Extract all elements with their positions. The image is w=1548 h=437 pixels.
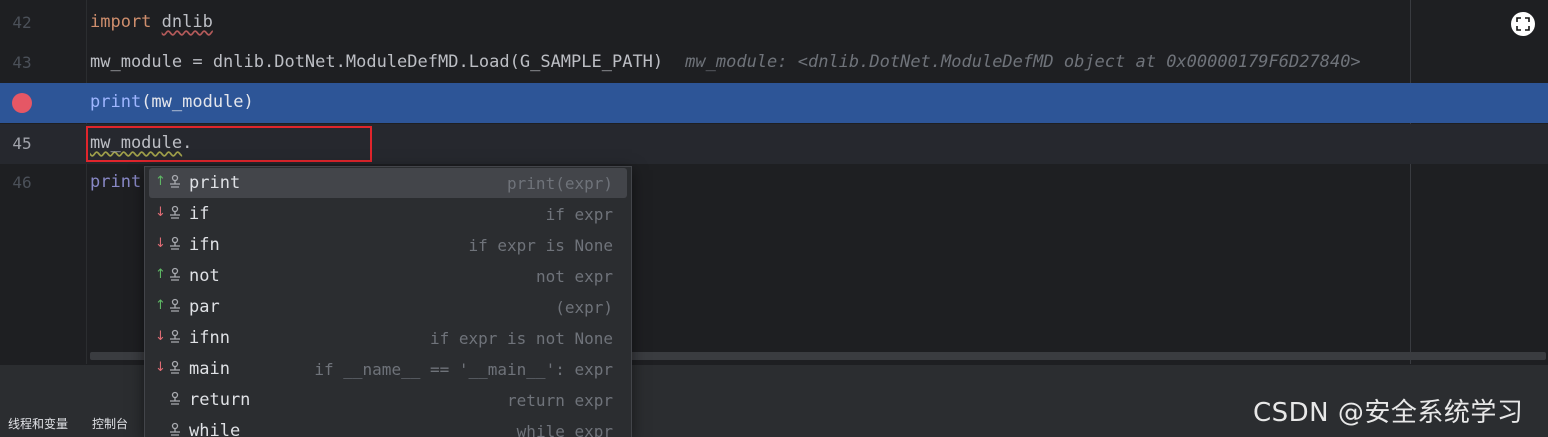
postfix-template-icon: [170, 267, 180, 281]
completion-item-not[interactable]: ↑ not not expr: [149, 261, 627, 291]
debug-inline-value: mw_module: <dnlib.DotNet.ModuleDefMD obj…: [685, 52, 1361, 72]
postfix-template-icon: [170, 298, 180, 312]
item-name: if: [189, 204, 210, 224]
postfix-template-icon: [170, 236, 180, 250]
item-description: if __name__ == '__main__': expr: [314, 360, 613, 379]
code-text: print: [90, 172, 141, 192]
code-line-44[interactable]: print(mw_module): [0, 83, 1548, 123]
arrow-down-icon: ↓: [155, 236, 166, 251]
postfix-template-icon: [170, 174, 180, 188]
line-number: 43: [12, 53, 32, 72]
line-number: 46: [12, 173, 32, 192]
module-name: dnlib: [161, 12, 213, 32]
completion-item-return[interactable]: return return expr: [149, 385, 627, 415]
postfix-template-icon: [170, 360, 180, 374]
completion-item-print[interactable]: ↑ print print(expr): [149, 168, 627, 198]
code-text: import dnlib: [90, 12, 213, 32]
item-description: while expr: [516, 422, 613, 437]
item-name: ifn: [189, 235, 220, 255]
code-line-42[interactable]: 42 import dnlib: [0, 3, 1548, 43]
item-name: main: [189, 359, 230, 379]
code-text: mw_module = dnlib.DotNet.ModuleDefMD.Loa…: [90, 52, 1361, 72]
arrow-down-icon: ↓: [155, 205, 166, 220]
item-description: print(expr): [507, 174, 613, 193]
line-number: 42: [12, 13, 32, 32]
expand-icon[interactable]: [1511, 12, 1535, 36]
postfix-template-icon: [170, 205, 180, 219]
completion-item-while[interactable]: while while expr: [149, 416, 627, 437]
postfix-template-icon: [170, 329, 180, 343]
completion-item-ifnn[interactable]: ↓ ifnn if expr is not None: [149, 323, 627, 353]
tab-console[interactable]: 控制台: [92, 415, 128, 432]
code-text: print(mw_module): [90, 92, 254, 112]
completion-popup[interactable]: ↑ print print(expr) ↓ if if expr ↓ ifn i…: [144, 166, 632, 437]
completion-item-main[interactable]: ↓ main if __name__ == '__main__': expr: [149, 354, 627, 384]
item-description: return expr: [507, 391, 613, 410]
completion-item-par[interactable]: ↑ par (expr): [149, 292, 627, 322]
breakpoint-icon[interactable]: [12, 93, 32, 113]
arrow-up-icon: ↑: [155, 267, 166, 282]
item-name: not: [189, 266, 220, 286]
completion-item-if[interactable]: ↓ if if expr: [149, 199, 627, 229]
arrow-up-icon: ↑: [155, 174, 166, 189]
item-name: return: [189, 390, 251, 410]
item-description: (expr): [555, 298, 613, 317]
code-line-43[interactable]: 43 mw_module = dnlib.DotNet.ModuleDefMD.…: [0, 43, 1548, 83]
completion-item-ifn[interactable]: ↓ ifn if expr is None: [149, 230, 627, 260]
watermark: CSDN @安全系统学习: [1253, 398, 1524, 428]
item-name: print: [189, 173, 241, 193]
item-description: not expr: [535, 267, 613, 286]
statement: mw_module = dnlib.DotNet.ModuleDefMD.Loa…: [90, 52, 664, 72]
postfix-template-icon: [170, 391, 180, 405]
item-name: ifnn: [189, 328, 230, 348]
builtin-print: print: [90, 92, 142, 112]
line-number: 45: [12, 134, 32, 153]
tab-threads-variables[interactable]: 线程和变量: [8, 415, 68, 432]
postfix-template-icon: [170, 422, 180, 436]
item-description: if expr is not None: [429, 329, 613, 348]
item-name: par: [189, 297, 220, 317]
item-description: if expr: [545, 205, 613, 224]
builtin-print: print: [90, 172, 142, 192]
arrow-up-icon: ↑: [155, 298, 166, 313]
arrow-down-icon: ↓: [155, 360, 166, 375]
arrow-down-icon: ↓: [155, 329, 166, 344]
call-args: (mw_module): [141, 92, 254, 112]
annotation-highlight-box: [86, 126, 372, 162]
keyword-import: import: [90, 12, 152, 32]
item-name: while: [189, 421, 241, 437]
item-description: if expr is None: [468, 236, 614, 255]
